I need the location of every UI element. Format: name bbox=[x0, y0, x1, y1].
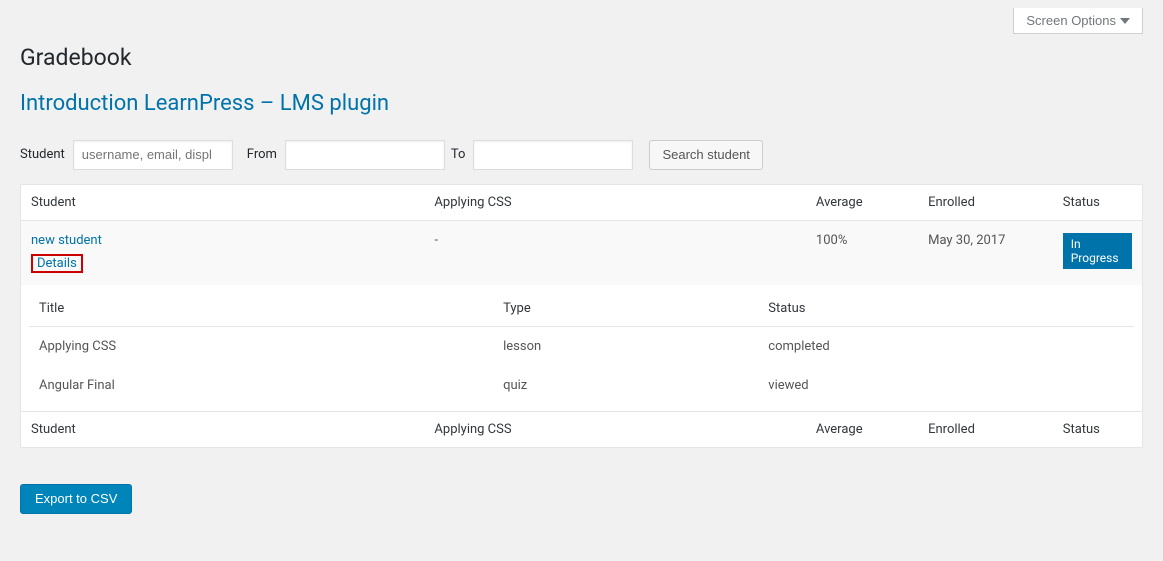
student-label: Student bbox=[20, 147, 65, 162]
details-row: Title Type Status Applying CSS lesson co… bbox=[21, 285, 1143, 412]
details-table: Title Type Status Applying CSS lesson co… bbox=[29, 291, 1134, 405]
cell-enrolled: May 30, 2017 bbox=[918, 220, 1053, 285]
col-footer-status[interactable]: Status bbox=[1053, 411, 1143, 447]
table-row: new student Details - 100% May 30, 2017 … bbox=[21, 220, 1143, 285]
col-header-average[interactable]: Average bbox=[806, 184, 918, 220]
screen-options-button[interactable]: Screen Options bbox=[1013, 8, 1143, 34]
student-name-link[interactable]: new student bbox=[31, 233, 102, 248]
details-table-row: Angular Final quiz viewed bbox=[29, 366, 1134, 405]
col-header-status[interactable]: Status bbox=[1053, 184, 1143, 220]
student-input[interactable] bbox=[73, 140, 233, 170]
filter-bar: Student From To Search student bbox=[20, 140, 1143, 170]
col-footer-student[interactable]: Student bbox=[21, 411, 425, 447]
details-cell-title: Applying CSS bbox=[29, 326, 493, 366]
details-col-title: Title bbox=[29, 291, 493, 327]
col-footer-average[interactable]: Average bbox=[806, 411, 918, 447]
details-cell-type: quiz bbox=[493, 366, 758, 405]
details-cell-title: Angular Final bbox=[29, 366, 493, 405]
cell-average: 100% bbox=[806, 220, 918, 285]
details-col-type: Type bbox=[493, 291, 758, 327]
details-highlight: Details bbox=[31, 254, 83, 273]
details-cell-type: lesson bbox=[493, 326, 758, 366]
status-badge: In Progress bbox=[1063, 233, 1132, 269]
details-table-row: Applying CSS lesson completed bbox=[29, 326, 1134, 366]
col-footer-enrolled[interactable]: Enrolled bbox=[918, 411, 1053, 447]
from-input[interactable] bbox=[285, 140, 445, 170]
search-student-button[interactable]: Search student bbox=[649, 140, 762, 170]
details-cell-status: completed bbox=[758, 326, 1134, 366]
course-title-link[interactable]: Introduction LearnPress – LMS plugin bbox=[20, 91, 389, 116]
details-cell-status: viewed bbox=[758, 366, 1134, 405]
details-link[interactable]: Details bbox=[37, 256, 77, 271]
to-input[interactable] bbox=[473, 140, 633, 170]
from-label: From bbox=[247, 147, 277, 162]
page-title: Gradebook bbox=[20, 34, 1143, 77]
details-col-status: Status bbox=[758, 291, 1134, 327]
screen-options-label: Screen Options bbox=[1026, 13, 1116, 28]
col-footer-applying-css[interactable]: Applying CSS bbox=[424, 411, 805, 447]
col-header-student[interactable]: Student bbox=[21, 184, 425, 220]
col-header-applying-css[interactable]: Applying CSS bbox=[424, 184, 805, 220]
to-label: To bbox=[451, 147, 466, 162]
gradebook-table: Student Applying CSS Average Enrolled St… bbox=[20, 184, 1143, 448]
caret-down-icon bbox=[1120, 16, 1130, 26]
cell-applying-css: - bbox=[424, 220, 805, 285]
col-header-enrolled[interactable]: Enrolled bbox=[918, 184, 1053, 220]
export-csv-button[interactable]: Export to CSV bbox=[20, 484, 132, 514]
